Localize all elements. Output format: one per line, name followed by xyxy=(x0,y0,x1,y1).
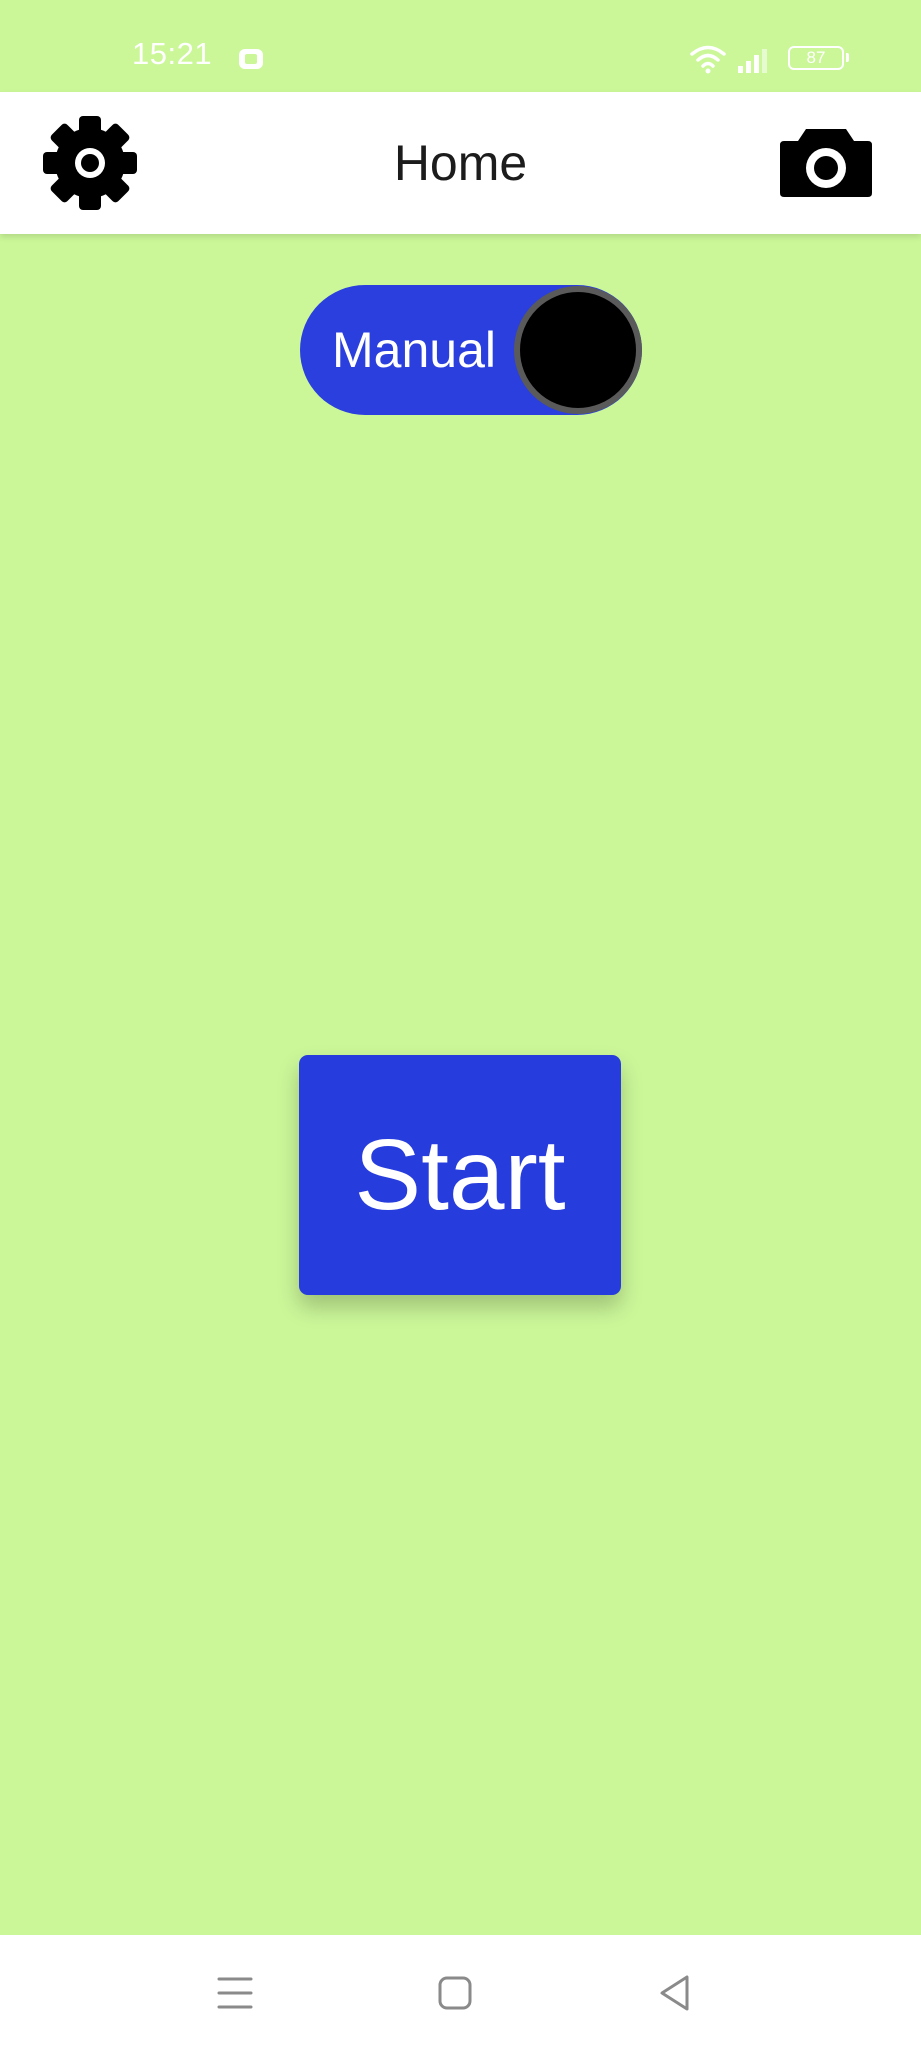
start-button[interactable]: Start xyxy=(299,1055,621,1295)
menu-icon xyxy=(217,1977,253,2009)
app-bar: Home xyxy=(0,92,921,234)
wifi-icon xyxy=(690,45,726,74)
back-icon xyxy=(660,1975,689,2011)
camera-button[interactable] xyxy=(776,123,876,203)
recent-apps-button[interactable] xyxy=(195,1953,275,2033)
status-bar: 15:21 87 xyxy=(0,0,921,92)
mode-toggle[interactable]: Manual xyxy=(300,285,642,415)
signal-icon xyxy=(738,49,767,73)
battery-level: 87 xyxy=(806,48,826,67)
back-button[interactable] xyxy=(635,1953,715,2033)
home-icon xyxy=(438,1976,472,2010)
battery-icon: 87 xyxy=(788,46,849,70)
status-time: 15:21 xyxy=(132,36,213,71)
system-nav-bar xyxy=(0,1935,921,2048)
toggle-knob[interactable] xyxy=(514,286,642,414)
home-button[interactable] xyxy=(415,1953,495,2033)
camera-icon xyxy=(780,129,872,197)
notification-icon xyxy=(239,49,263,69)
mode-toggle-label: Manual xyxy=(332,322,496,378)
battery-tip xyxy=(846,53,849,62)
